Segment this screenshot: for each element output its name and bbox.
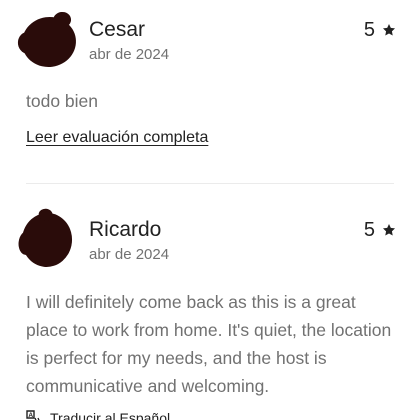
divider [26,183,394,184]
avatar[interactable] [16,10,80,71]
translate-link[interactable]: A Traducir al Español [26,410,170,420]
star-icon [382,224,396,236]
review-date: abr de 2024 [89,246,170,263]
reviewer-name: Ricardo [89,218,162,241]
rating: 5 [364,19,396,41]
reviewer-name: Cesar [89,18,146,41]
reviews-page: Cesar abr de 2024 5 todo bien Leer evalu… [0,0,420,420]
rating-value: 5 [363,219,375,241]
review-date: abr de 2024 [89,46,170,63]
svg-text:A: A [28,412,33,419]
rating-value: 5 [363,19,375,41]
read-full-review-link[interactable]: Leer evaluación completa [26,128,208,148]
translate-icon: A [26,410,40,420]
rating: 5 [364,219,396,241]
avatar[interactable] [17,208,75,270]
review-text: todo bien [26,91,99,111]
translate-label: Traducir al Español [50,410,171,420]
review-text: I will definitely come back as this is a… [26,292,392,396]
star-icon [382,24,396,36]
